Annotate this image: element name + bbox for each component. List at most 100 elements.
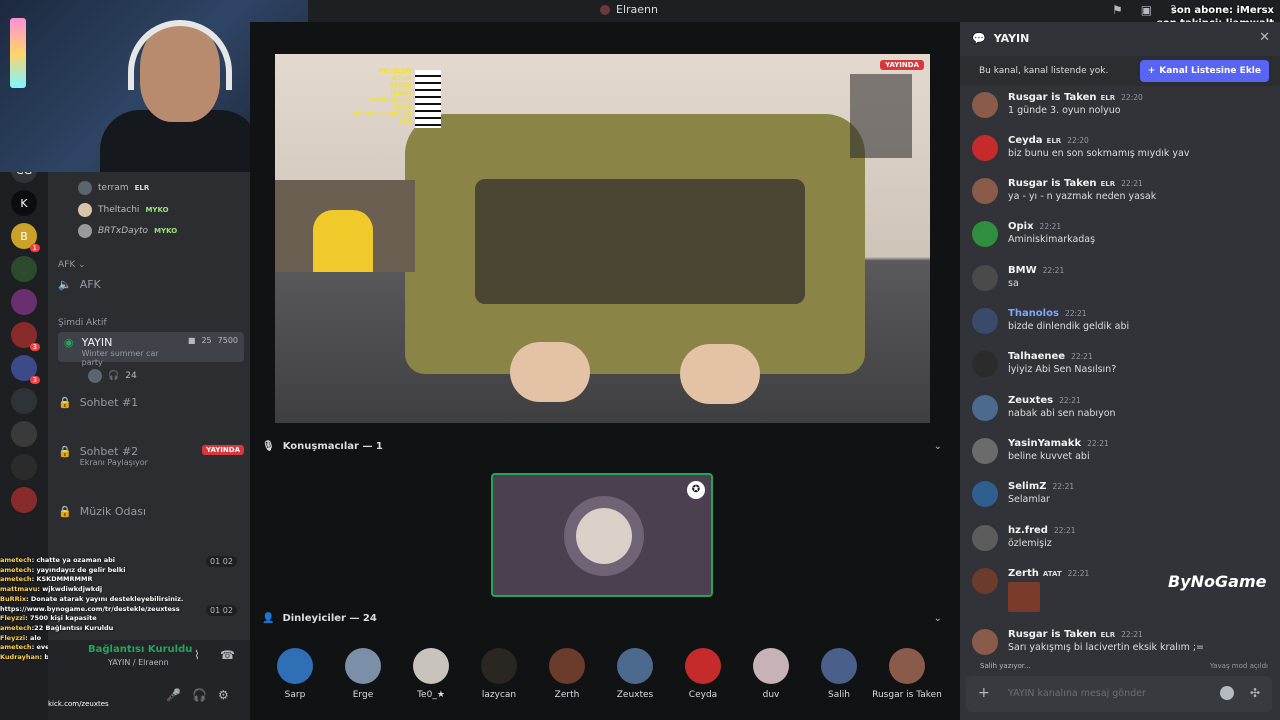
audience-member[interactable]: Te0_★ — [396, 648, 466, 700]
message-input[interactable]: + YAYIN kanalına mesaj gönder ✣ — [966, 676, 1272, 712]
avatar[interactable] — [972, 438, 998, 464]
audience-member[interactable]: lazycan — [464, 648, 534, 700]
stream-chat-line: ametech: yayındayız de gelir belki — [0, 566, 250, 576]
chat-author: ametech — [0, 643, 32, 652]
stream-video[interactable]: PROBLEM AÇLIK STRES İDRAR YORGUNLUK PARA VÜCUT… — [275, 54, 930, 423]
avatar[interactable] — [972, 265, 998, 291]
unread-badge: 3 — [29, 343, 40, 351]
server-icon[interactable]: B1 — [11, 223, 40, 252]
channel-stats: ■ 25 7500 — [188, 336, 238, 345]
category-active-now: Şimdi Aktif — [58, 318, 107, 328]
server-icon[interactable] — [11, 487, 37, 513]
author-name[interactable]: Rusgar is Taken — [1008, 178, 1097, 189]
add-channel-button[interactable]: + Kanal Listesine Ekle — [1139, 60, 1269, 82]
noise-suppression-icon[interactable]: ⌇ — [194, 648, 200, 662]
lock-icon: 🔒 — [58, 445, 72, 458]
server-icon[interactable] — [11, 454, 37, 480]
flag-icon[interactable]: ⚑ — [1112, 3, 1123, 17]
chevron-down-icon[interactable]: ⌄ — [934, 441, 942, 452]
avatar[interactable] — [972, 178, 998, 204]
author-name[interactable]: Thanolos — [1008, 308, 1059, 319]
voice-status: Bağlantısı Kuruldu — [88, 644, 193, 655]
mute-icon[interactable]: 🎤 — [166, 688, 181, 702]
audience-member[interactable]: duv — [736, 648, 806, 700]
timestamp: 22:21 — [1087, 439, 1109, 448]
server-icon[interactable] — [11, 256, 37, 282]
role-tag: ATAT — [1042, 570, 1062, 578]
avatar[interactable] — [972, 525, 998, 551]
channel-afk[interactable]: 🔈 AFK — [58, 278, 244, 291]
left-hand — [510, 342, 590, 402]
slowmode-indicator: Yavaş mod açıldı — [1209, 662, 1268, 670]
audience-member[interactable]: Salih — [804, 648, 874, 700]
chat-author: ametech — [0, 623, 32, 632]
author-name[interactable]: Rusgar is Taken — [1008, 92, 1097, 103]
channel-sohbet-2[interactable]: 🔒 Sohbet #2 Ekranı Paylaşıyor YAYINDA — [58, 445, 244, 467]
author-name[interactable]: YasinYamakk — [1008, 438, 1081, 449]
server-icon[interactable]: 3 — [11, 355, 40, 384]
message-text: nabak abi sen nabıyon — [1008, 408, 1116, 419]
audience-member[interactable]: Sarp — [260, 648, 330, 700]
avatar[interactable] — [972, 221, 998, 247]
author-name[interactable]: Zeuxtes — [1008, 395, 1053, 406]
channel-yayin[interactable]: ◉ YAYIN Winter summer car party ■ 25 750… — [58, 332, 244, 367]
avatar[interactable] — [972, 395, 998, 421]
window-title: Elraenn — [600, 3, 658, 16]
avatar[interactable] — [972, 308, 998, 334]
emoji-icon[interactable] — [1220, 686, 1234, 700]
server-icon[interactable]: K — [11, 190, 37, 216]
voice-user[interactable]: Theltachi MYKO — [78, 203, 169, 217]
message-header: Rusgar is Taken ELR 22:20 — [1008, 92, 1143, 103]
avatar[interactable] — [972, 351, 998, 377]
server-icon[interactable] — [11, 289, 37, 315]
avatar[interactable] — [972, 568, 998, 594]
plus-icon[interactable]: + — [978, 685, 990, 701]
server-icon[interactable] — [11, 388, 37, 414]
role-tag: ELR — [1100, 94, 1116, 102]
author-name[interactable]: Talhaenee — [1008, 351, 1065, 362]
timestamp: 22:21 — [1121, 179, 1143, 188]
server-icon[interactable]: 3 — [11, 322, 40, 351]
voice-user[interactable]: terram ELR — [78, 181, 149, 195]
voice-user[interactable]: BRTxDayto MYKO — [78, 224, 177, 238]
author-name[interactable]: SelimZ — [1008, 481, 1047, 492]
audience-member[interactable]: Zeuxtes — [600, 648, 670, 700]
chevron-down-icon[interactable]: ⌄ — [934, 613, 942, 624]
audience-member[interactable]: Zerth — [532, 648, 602, 700]
speakers-header[interactable]: 🎙 Konuşmacılar — 1 — [262, 441, 383, 452]
audience-member[interactable]: Ceyda — [668, 648, 738, 700]
apps-icon[interactable]: ✣ — [1250, 686, 1260, 700]
avatar[interactable] — [972, 92, 998, 118]
listener-count: 🎧 24 — [88, 369, 137, 383]
deafen-icon[interactable]: 🎧 — [192, 688, 207, 702]
author-name[interactable]: Ceyda — [1008, 135, 1043, 146]
channel-sohbet-1[interactable]: 🔒 Sohbet #1 — [58, 396, 244, 409]
avatar[interactable] — [972, 481, 998, 507]
author-name[interactable]: BMW — [1008, 265, 1037, 276]
stream-chat-line: BuRRix: Donate atarak yayını destekleyeb… — [0, 595, 250, 605]
stream-chat-line: mattmavu: wjkwdiwkdjwkdj — [0, 585, 250, 595]
category-afk[interactable]: AFK ⌄ — [58, 260, 86, 270]
author-name[interactable]: Opix — [1008, 221, 1034, 232]
avatar[interactable] — [972, 629, 998, 655]
settings-icon[interactable]: ⚙ — [218, 688, 229, 702]
author-name[interactable]: Rusgar is Taken — [1008, 629, 1097, 640]
inbox-icon[interactable]: ▣ — [1141, 3, 1152, 17]
window-title-text: Elraenn — [616, 3, 658, 16]
stream-url: kick.com/zeuxtes — [48, 700, 109, 708]
timestamp: 22:21 — [1064, 309, 1087, 318]
speakers-title: Konuşmacılar — 1 — [282, 441, 383, 452]
audience-member[interactable]: Rusgar is Taken — [872, 648, 942, 700]
close-icon[interactable]: ✕ — [1259, 30, 1270, 45]
speaker-tile[interactable]: ✪ — [491, 473, 713, 597]
channel-muzik[interactable]: 🔒 Müzik Odası — [58, 505, 244, 518]
audience-member[interactable]: Erge — [328, 648, 398, 700]
author-name[interactable]: Zerth — [1008, 568, 1039, 579]
server-icon[interactable] — [11, 421, 37, 447]
channel-subtitle: Winter summer car party — [81, 349, 159, 367]
disconnect-icon[interactable]: ☎ — [220, 648, 235, 662]
author-name[interactable]: hz.fred — [1008, 525, 1048, 536]
avatar — [78, 224, 92, 238]
audience-header[interactable]: 👤 Dinleyiciler — 24 — [262, 613, 377, 624]
avatar[interactable] — [972, 135, 998, 161]
